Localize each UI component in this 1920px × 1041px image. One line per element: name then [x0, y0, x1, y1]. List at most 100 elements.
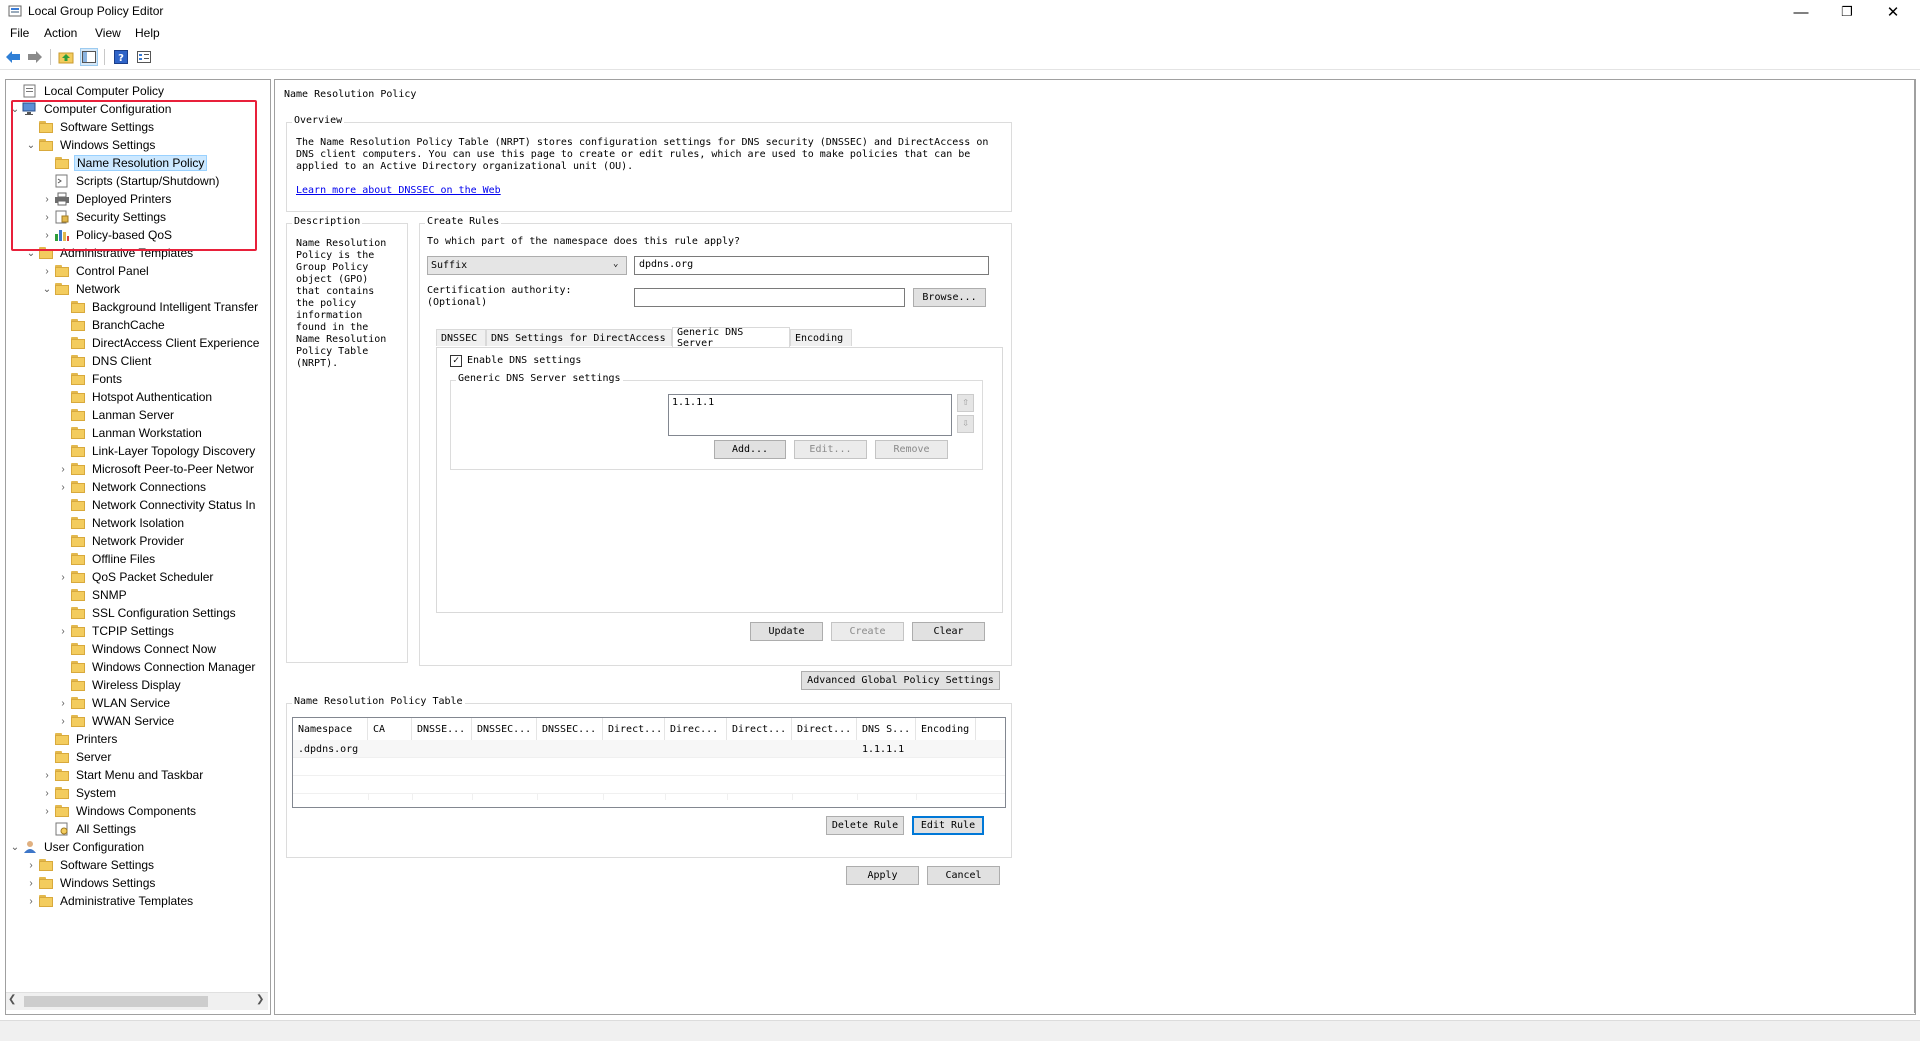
delete-rule-button[interactable]: Delete Rule — [826, 816, 904, 835]
chevron-right-icon[interactable]: › — [40, 766, 54, 784]
dns-server-entry[interactable]: 1.1.1.1 — [672, 397, 714, 408]
scrollbar-thumb[interactable] — [24, 996, 208, 1007]
tree-item-user-configuration[interactable]: ⌄ User Configuration — [8, 838, 146, 856]
tab-encoding[interactable]: Encoding — [790, 329, 852, 346]
back-button[interactable] — [4, 48, 22, 66]
tree-item-all-settings[interactable]: All Settings — [40, 820, 138, 838]
advanced-global-policy-button[interactable]: Advanced Global Policy Settings — [801, 671, 1000, 690]
tree-item-system[interactable]: › System — [40, 784, 118, 802]
column-header[interactable]: DNSSE... — [412, 718, 472, 740]
column-header[interactable]: CA — [368, 718, 412, 740]
scroll-left-icon[interactable]: ❮ — [8, 994, 16, 1005]
remove-server-button[interactable]: Remove — [875, 440, 948, 459]
tree-item-network-child[interactable]: Network Isolation — [56, 514, 186, 532]
tree-item-windows-components[interactable]: › Windows Components — [40, 802, 198, 820]
tree-item-network-child[interactable]: DNS Client — [56, 352, 153, 370]
column-header[interactable]: DNS S... — [857, 718, 916, 740]
restore-button[interactable]: ❐ — [1824, 0, 1870, 24]
tree-item-network[interactable]: ⌄ Network — [40, 280, 122, 298]
chevron-right-icon[interactable]: › — [56, 694, 70, 712]
tree-item-network-child[interactable]: Windows Connect Now — [56, 640, 218, 658]
chevron-right-icon[interactable]: › — [40, 784, 54, 802]
chevron-right-icon[interactable]: › — [40, 190, 54, 208]
help-button[interactable]: ? — [112, 48, 130, 66]
tree-item-scripts[interactable]: Scripts (Startup/Shutdown) — [40, 172, 221, 190]
tree-item-control-panel[interactable]: › Control Panel — [40, 262, 151, 280]
tree-item-administrative-templates[interactable]: ⌄ Administrative Templates — [24, 244, 195, 262]
column-header[interactable]: DNSSEC... — [472, 718, 537, 740]
tree-item-network-child[interactable]: › WWAN Service — [56, 712, 176, 730]
tree-item-network-child[interactable]: Background Intelligent Transfer — [56, 298, 260, 316]
menu-help[interactable]: Help — [135, 26, 160, 40]
column-header[interactable]: Direct... — [727, 718, 792, 740]
tree-item-name-resolution-policy[interactable]: Name Resolution Policy — [40, 154, 208, 172]
tab-generic-dns-server[interactable]: Generic DNS Server — [672, 327, 790, 349]
add-server-button[interactable]: Add... — [714, 440, 786, 459]
enable-dns-checkbox[interactable]: ✓ — [450, 355, 462, 367]
chevron-right-icon[interactable]: › — [24, 856, 38, 874]
chevron-right-icon[interactable]: › — [56, 568, 70, 586]
menu-file[interactable]: File — [10, 26, 29, 40]
tree-item-network-child[interactable]: › Network Connections — [56, 478, 208, 496]
tree-item-local-computer-policy[interactable]: Local Computer Policy — [8, 82, 166, 100]
tree-item-user-software-settings[interactable]: › Software Settings — [24, 856, 156, 874]
namespace-input[interactable]: dpdns.org — [634, 256, 989, 275]
chevron-right-icon[interactable]: › — [24, 892, 38, 910]
chevron-right-icon[interactable]: › — [40, 208, 54, 226]
namespace-scope-dropdown[interactable]: Suffix ⌄ — [427, 256, 627, 275]
tree-item-network-child[interactable]: Fonts — [56, 370, 124, 388]
move-down-button[interactable]: ⇩ — [957, 415, 974, 433]
browse-button[interactable]: Browse... — [913, 288, 986, 307]
tree-item-network-child[interactable]: Network Connectivity Status In — [56, 496, 257, 514]
tree-item-network-child[interactable]: Hotspot Authentication — [56, 388, 214, 406]
properties-button[interactable] — [135, 48, 153, 66]
tree-item-printers[interactable]: Printers — [40, 730, 119, 748]
edit-rule-button[interactable]: Edit Rule — [912, 816, 984, 835]
tree-item-network-child[interactable]: SSL Configuration Settings — [56, 604, 238, 622]
console-tree[interactable]: Local Computer Policy ⌄ Computer Configura… — [5, 79, 271, 1015]
tree-item-network-child[interactable]: › WLAN Service — [56, 694, 172, 712]
chevron-down-icon[interactable]: ⌄ — [24, 244, 38, 262]
chevron-down-icon[interactable]: ⌄ — [8, 838, 22, 856]
create-button[interactable]: Create — [831, 622, 904, 641]
learn-more-link[interactable]: Learn more about DNSSEC on the Web — [296, 185, 501, 196]
tree-item-network-child[interactable]: › QoS Packet Scheduler — [56, 568, 215, 586]
empty-table-row[interactable] — [293, 758, 1005, 776]
tree-item-network-child[interactable]: Link-Layer Topology Discovery — [56, 442, 257, 460]
vertical-scrollbar[interactable] — [1914, 79, 1920, 1013]
tree-item-software-settings[interactable]: Software Settings — [24, 118, 156, 136]
edit-server-button[interactable]: Edit... — [794, 440, 867, 459]
empty-table-row[interactable] — [293, 776, 1005, 794]
chevron-right-icon[interactable]: › — [56, 478, 70, 496]
show-hide-tree-button[interactable] — [80, 48, 98, 66]
scroll-right-icon[interactable]: ❯ — [256, 994, 264, 1005]
tree-item-network-child[interactable]: SNMP — [56, 586, 129, 604]
chevron-right-icon[interactable]: › — [40, 262, 54, 280]
tree-item-network-child[interactable]: › TCPIP Settings — [56, 622, 176, 640]
tree-item-user-windows-settings[interactable]: › Windows Settings — [24, 874, 157, 892]
chevron-right-icon[interactable]: › — [24, 874, 38, 892]
update-button[interactable]: Update — [750, 622, 823, 641]
tree-item-user-administrative-templates[interactable]: › Administrative Templates — [24, 892, 195, 910]
tree-item-network-child[interactable]: BranchCache — [56, 316, 167, 334]
chevron-right-icon[interactable]: › — [40, 226, 54, 244]
chevron-down-icon[interactable]: ⌄ — [8, 100, 22, 118]
column-header[interactable]: Namespace — [293, 718, 368, 740]
move-up-button[interactable]: ⇧ — [957, 394, 974, 412]
tree-item-windows-settings[interactable]: ⌄ Windows Settings — [24, 136, 157, 154]
tree-item-network-child[interactable]: Network Provider — [56, 532, 186, 550]
column-header[interactable]: Encoding — [916, 718, 976, 740]
column-header[interactable]: Direct... — [792, 718, 857, 740]
close-button[interactable]: ✕ — [1870, 0, 1916, 24]
chevron-down-icon[interactable]: ⌄ — [24, 136, 38, 154]
minimize-button[interactable]: — — [1778, 0, 1824, 24]
up-folder-button[interactable] — [57, 48, 75, 66]
tree-item-network-child[interactable]: Wireless Display — [56, 676, 183, 694]
chevron-right-icon[interactable]: › — [56, 460, 70, 478]
menu-action[interactable]: Action — [44, 26, 77, 40]
apply-button[interactable]: Apply — [846, 866, 919, 885]
column-header[interactable]: Direc... — [665, 718, 727, 740]
chevron-right-icon[interactable]: › — [56, 712, 70, 730]
tree-item-network-child[interactable]: Lanman Workstation — [56, 424, 204, 442]
column-header[interactable]: Direct... — [603, 718, 665, 740]
